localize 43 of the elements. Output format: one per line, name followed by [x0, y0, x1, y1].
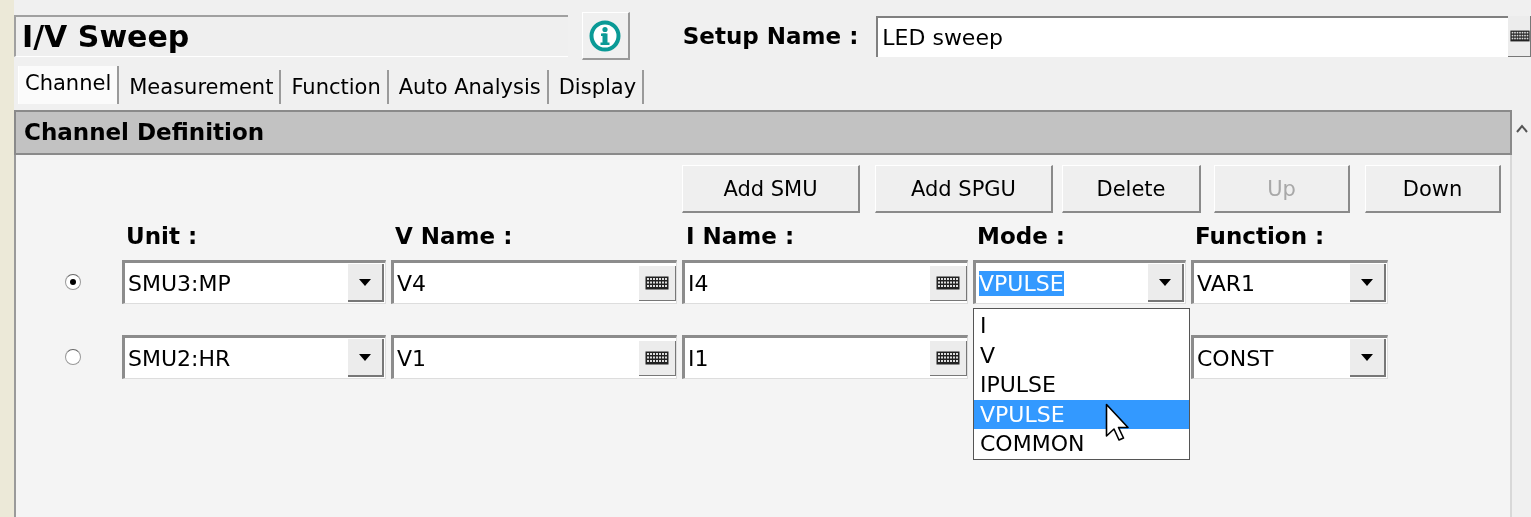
keyboard-icon: [936, 275, 960, 290]
column-label: Function :: [1194, 223, 1326, 249]
radio-button[interactable]: [65, 274, 81, 290]
scroll-up-icon: [1515, 124, 1528, 134]
column-label: Mode :: [976, 223, 1066, 249]
column-label: Unit :: [125, 223, 199, 249]
column-label: V Name :: [394, 223, 514, 249]
setup-name-field[interactable]: LED sweep: [876, 15, 1508, 57]
keyboard-icon: [936, 350, 960, 365]
v-name-field[interactable]: V4: [391, 260, 677, 304]
caret-down-icon: [1157, 276, 1173, 288]
dropdown-option[interactable]: I: [974, 311, 1189, 341]
function-dropdown[interactable]: CONST: [1191, 335, 1388, 379]
dropdown-option[interactable]: COMMON: [974, 429, 1189, 459]
mouse-pointer-icon: [1105, 403, 1130, 442]
keyboard-icon: [1510, 28, 1530, 43]
caret-down-icon: [357, 351, 373, 363]
i-name-field[interactable]: I1: [682, 335, 968, 379]
caret-down-icon: [357, 276, 373, 288]
column-label: I Name :: [685, 223, 796, 249]
dropdown-option[interactable]: V: [974, 340, 1189, 370]
setup-name-label: Setup Name :: [682, 23, 859, 49]
unit-dropdown[interactable]: SMU3:MP: [122, 260, 386, 304]
button[interactable]: Down: [1365, 165, 1501, 213]
radio-button[interactable]: [65, 349, 81, 365]
button[interactable]: Add SMU: [682, 165, 860, 213]
tab[interactable]: Channel: [18, 66, 120, 104]
unit-dropdown[interactable]: SMU2:HR: [122, 335, 386, 379]
section-header: Channel Definition: [14, 110, 1512, 155]
keyboard-button[interactable]: [1508, 15, 1531, 57]
button[interactable]: Delete: [1062, 165, 1201, 213]
info-button[interactable]: [581, 12, 630, 60]
button[interactable]: Add SPGU: [875, 165, 1053, 213]
caret-down-icon: [1359, 276, 1375, 288]
dropdown-option[interactable]: IPULSE: [974, 370, 1189, 400]
keyboard-icon: [645, 275, 669, 290]
page-title: I/V Sweep: [14, 15, 568, 57]
caret-down-icon: [1359, 351, 1375, 363]
v-name-field[interactable]: V1: [391, 335, 677, 379]
keyboard-icon: [645, 350, 669, 365]
function-dropdown[interactable]: VAR1: [1191, 260, 1388, 304]
info-icon: [589, 19, 622, 52]
i-name-field[interactable]: I4: [682, 260, 968, 304]
